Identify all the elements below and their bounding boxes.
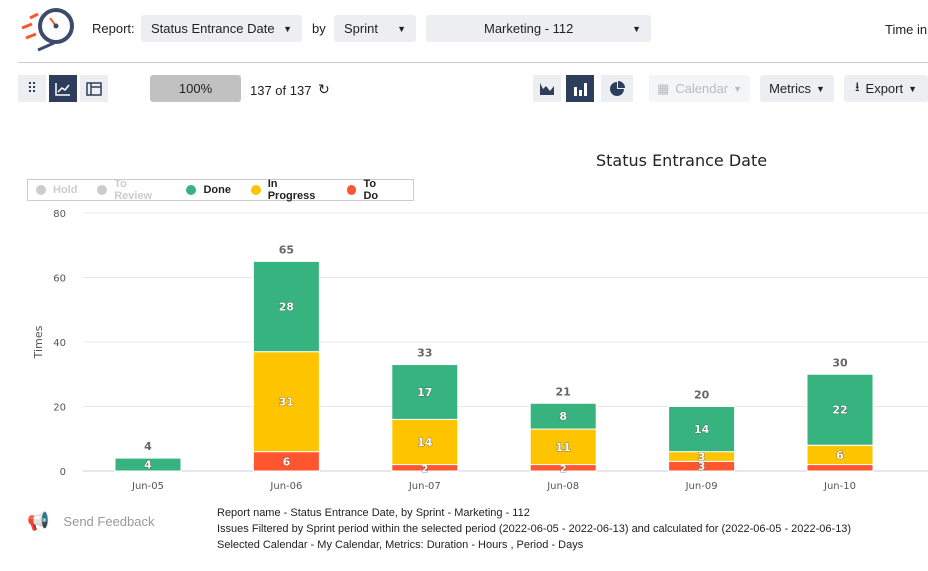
line-chart-icon — [55, 82, 70, 96]
export-label: Export — [865, 81, 904, 96]
x-tick-label: Jun-05 — [131, 481, 164, 492]
by-label: by — [312, 21, 326, 36]
bar-segment-to-do[interactable] — [806, 464, 874, 472]
legend-dot — [250, 185, 261, 195]
chart-view-button[interactable] — [49, 75, 77, 102]
metrics-dropdown[interactable]: Metrics ▼ — [760, 75, 834, 102]
group-select-value: Sprint — [344, 21, 378, 36]
total-label: 21 — [556, 385, 571, 398]
x-tick-label: Jun-08 — [546, 481, 579, 492]
x-tick-label: Jun-09 — [685, 481, 718, 492]
y-tick-label: 0 — [60, 467, 66, 478]
data-label: 6 — [836, 449, 844, 462]
total-label: 30 — [832, 356, 848, 369]
legend-item[interactable]: Hold — [36, 184, 77, 196]
divider — [18, 62, 928, 63]
report-select[interactable]: Status Entrance Date ▼ — [141, 15, 302, 42]
total-label: 4 — [144, 440, 152, 453]
y-axis-label: Times — [32, 325, 45, 359]
data-label: 8 — [559, 410, 567, 423]
chevron-down-icon: ▼ — [397, 23, 406, 34]
legend-item[interactable]: To Do — [346, 178, 393, 202]
legend-item[interactable]: Done — [186, 184, 231, 196]
data-label: 6 — [283, 455, 291, 468]
chevron-down-icon: ▼ — [283, 23, 292, 34]
legend-label: Done — [203, 184, 231, 196]
area-chart-button[interactable] — [533, 75, 561, 102]
time-in-label: Time in — [885, 22, 928, 37]
calendar-icon: ▦ — [657, 80, 670, 96]
chevron-down-icon: ▼ — [908, 83, 918, 94]
calendar-label: Calendar — [675, 81, 729, 96]
total-label: 20 — [694, 389, 710, 402]
legend-label: In Progress — [267, 178, 316, 202]
data-label: 2 — [421, 464, 428, 475]
grid-icon: ⠿ — [26, 80, 38, 96]
legend-dot — [36, 185, 46, 195]
calendar-dropdown[interactable]: ▦ Calendar ▼ — [649, 75, 750, 102]
app-logo — [18, 6, 76, 52]
issue-count: 137 of 137 — [250, 83, 312, 98]
total-label: 33 — [417, 347, 432, 360]
data-label: 31 — [279, 396, 294, 409]
data-label: 14 — [694, 423, 710, 436]
pie-chart-button[interactable] — [601, 75, 633, 102]
legend-item[interactable]: To Review — [97, 178, 166, 202]
layout-icon — [86, 81, 102, 96]
legend-item[interactable]: In Progress — [250, 178, 327, 202]
chart-legend: Hold To Review Done In Progress To Do — [27, 178, 414, 202]
data-label: 4 — [144, 459, 152, 472]
data-label: 22 — [832, 404, 847, 417]
chevron-down-icon: ▼ — [815, 83, 825, 94]
bar-chart-icon — [574, 82, 587, 96]
y-tick-label: 20 — [53, 403, 66, 414]
feedback-label: Send Feedback — [63, 514, 155, 529]
legend-label: Hold — [53, 184, 78, 196]
group-select[interactable]: Sprint ▼ — [334, 15, 416, 42]
stopwatch-logo-icon — [21, 8, 74, 52]
megaphone-icon: 📢 — [27, 511, 50, 531]
caret-down-icon: ▼ — [632, 23, 641, 34]
sprint-select[interactable]: Marketing - 112 ▼ — [426, 15, 651, 42]
download-icon: ⭳ — [854, 78, 860, 94]
report-info-line3: Selected Calendar - My Calendar, Metrics… — [217, 539, 584, 551]
grid-view-button[interactable]: ⠿ — [18, 75, 46, 102]
area-chart-icon — [540, 82, 554, 95]
x-tick-label: Jun-10 — [823, 481, 856, 492]
chevron-down-icon: ▼ — [733, 83, 742, 94]
data-label: 3 — [698, 450, 706, 463]
bar-chart: 020406080Times44Jun-056312865Jun-0621417… — [32, 209, 928, 492]
zoom-level[interactable]: 100% — [150, 75, 241, 102]
send-feedback-button[interactable]: 📢 Send Feedback — [27, 511, 155, 532]
report-info-line2: Issues Filtered by Sprint period within … — [217, 523, 852, 535]
sprint-select-value: Marketing - 112 — [484, 21, 574, 36]
data-label: 28 — [279, 301, 294, 314]
legend-dot — [97, 185, 108, 195]
y-tick-label: 80 — [53, 209, 66, 220]
bar-chart-button[interactable] — [566, 75, 594, 102]
legend-label: To Do — [363, 178, 379, 202]
legend-dot — [346, 185, 357, 195]
report-label: Report: — [92, 21, 135, 36]
data-label: 17 — [417, 386, 432, 399]
metrics-label: Metrics — [769, 81, 811, 96]
data-label: 14 — [417, 436, 433, 449]
x-tick-label: Jun-06 — [269, 481, 302, 492]
y-tick-label: 40 — [53, 338, 66, 349]
legend-label: To Review — [114, 178, 153, 202]
y-tick-label: 60 — [53, 274, 66, 285]
total-label: 65 — [279, 243, 294, 256]
chart-title: Status Entrance Date — [596, 151, 768, 170]
x-tick-label: Jun-07 — [408, 481, 441, 492]
data-label: 11 — [556, 441, 571, 454]
report-info-line1: Report name - Status Entrance Date, by S… — [217, 507, 530, 519]
report-select-value: Status Entrance Date — [151, 21, 275, 36]
table-view-button[interactable] — [80, 75, 108, 102]
legend-dot — [186, 185, 197, 195]
data-label: 2 — [560, 464, 567, 475]
refresh-icon[interactable]: ↻ — [318, 81, 330, 98]
pie-chart-icon — [610, 80, 625, 96]
export-dropdown[interactable]: ⭳ Export ▼ — [844, 75, 928, 102]
